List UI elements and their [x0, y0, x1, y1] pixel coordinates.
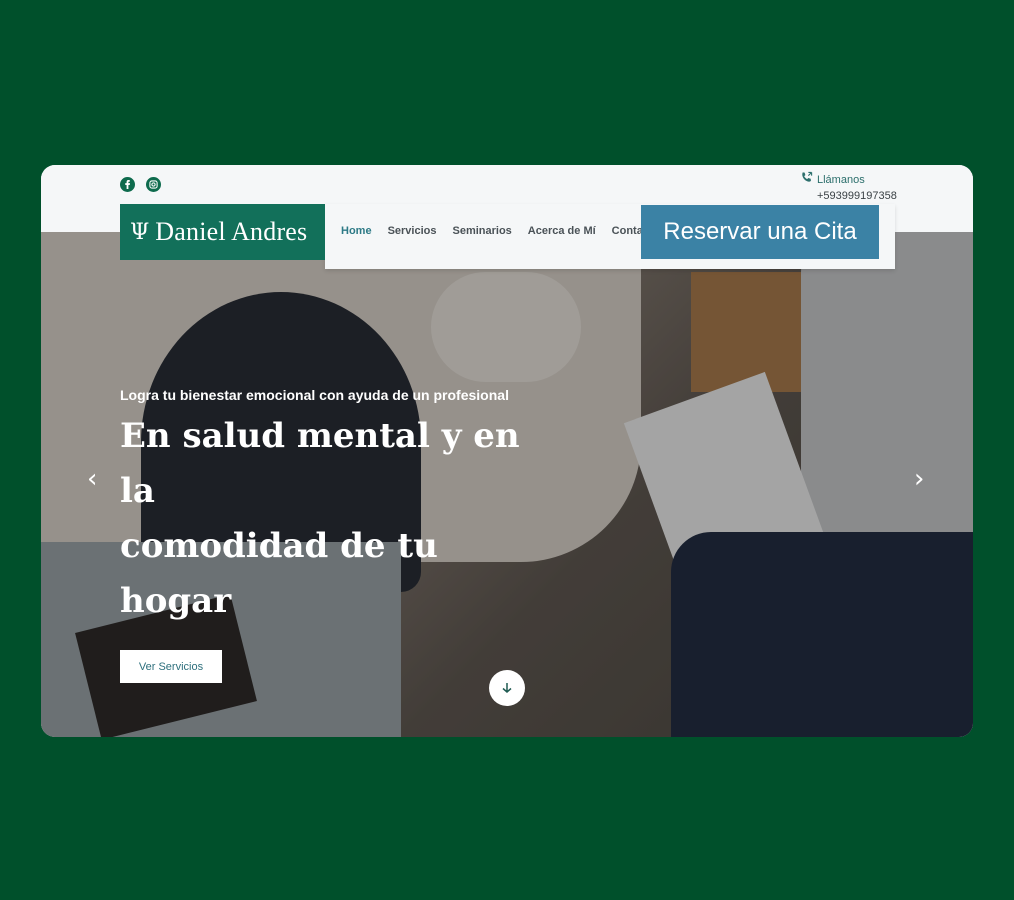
facebook-icon[interactable]	[120, 177, 135, 192]
headline-line-1: En salud mental y en la	[120, 416, 520, 511]
nav-menu: Home Servicios Seminarios Acerca de Mí C…	[341, 225, 659, 237]
instagram-icon[interactable]	[146, 177, 161, 192]
nav-item-seminarios[interactable]: Seminarios	[452, 225, 511, 237]
brand-logo[interactable]: Ψ Daniel Andres	[120, 204, 325, 260]
phone-number[interactable]: +593999197358	[817, 190, 897, 202]
carousel-next-icon[interactable]: ›	[914, 464, 924, 494]
nav-item-home[interactable]: Home	[341, 225, 372, 237]
view-services-button[interactable]: Ver Servicios	[120, 650, 222, 683]
nav-item-servicios[interactable]: Servicios	[388, 225, 437, 237]
browser-frame: Llámanos +593999197358 Logra tu bienesta…	[41, 165, 973, 737]
call-label: Llámanos	[817, 174, 865, 186]
psi-icon: Ψ	[130, 219, 150, 245]
main-navigation: Home Servicios Seminarios Acerca de Mí C…	[325, 204, 895, 269]
contact-info[interactable]: Llámanos +593999197358	[800, 171, 897, 202]
hero-eyebrow: Logra tu bienestar emocional con ayuda d…	[120, 387, 509, 403]
hero-content: Logra tu bienestar emocional con ayuda d…	[120, 387, 550, 683]
scroll-down-button[interactable]	[489, 670, 525, 706]
phone-icon	[800, 171, 813, 189]
arrow-down-icon	[502, 683, 512, 693]
hero-section: Logra tu bienestar emocional con ayuda d…	[41, 232, 973, 737]
book-appointment-button[interactable]: Reservar una Cita	[641, 205, 879, 259]
brand-name: Daniel Andres	[155, 217, 308, 246]
headline-line-2: comodidad de tu hogar	[120, 526, 438, 621]
carousel-prev-icon[interactable]: ‹	[87, 464, 97, 494]
hero-headline: En salud mental y en la comodidad de tu …	[120, 409, 550, 629]
nav-item-acerca[interactable]: Acerca de Mí	[528, 225, 596, 237]
